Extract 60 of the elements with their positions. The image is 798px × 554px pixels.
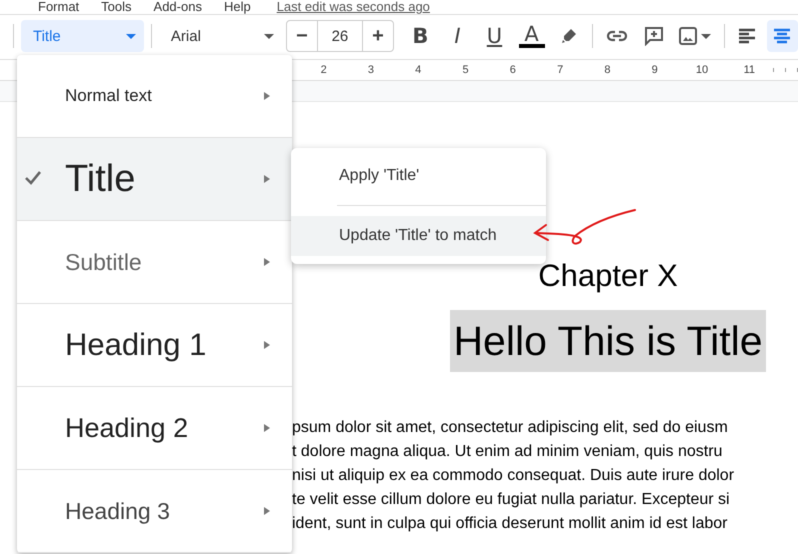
- style-name: Subtitle: [65, 248, 142, 276]
- style-name: Heading 2: [65, 412, 188, 444]
- align-center-button[interactable]: [766, 20, 798, 52]
- ruler-number: 5: [460, 64, 471, 76]
- ruler-number: 8: [602, 64, 612, 76]
- style-menu-item[interactable]: Heading 1: [17, 304, 292, 387]
- paragraph-line: t dolore magna aliqua. Ut enim ad minim veniam, quis nostru: [292, 442, 722, 462]
- decrease-size-button[interactable]: −: [286, 21, 317, 51]
- submenu-arrow-icon: [264, 507, 270, 515]
- comment-icon: [644, 26, 664, 46]
- align-center-icon: [772, 27, 792, 45]
- bold-button[interactable]: B: [404, 20, 437, 52]
- menu-item[interactable]: Help: [224, 0, 251, 14]
- ruler-number: 2: [318, 64, 329, 76]
- paragraph-line: psum dolor sit amet, consectetur adipiscing elit, sed do eiusm: [292, 418, 728, 438]
- style-name: Heading 3: [65, 498, 170, 524]
- link-icon: [606, 30, 628, 42]
- ruler-number: 10: [694, 64, 710, 76]
- submenu-arrow-icon: [264, 341, 270, 349]
- ruler-number: 7: [555, 64, 566, 76]
- underline-button[interactable]: U: [478, 20, 511, 52]
- submenu-item[interactable]: Apply 'Title': [291, 156, 546, 196]
- submenu-arrow-icon: [264, 258, 270, 266]
- last-edit-link[interactable]: Last edit was seconds ago: [276, 0, 430, 14]
- text-color-button[interactable]: A: [515, 20, 548, 52]
- checkmark-icon: [25, 171, 41, 185]
- chapter-heading: Chapter X: [537, 258, 679, 294]
- increase-size-button[interactable]: +: [362, 21, 393, 51]
- align-left-icon: [737, 27, 758, 45]
- document-title: Hello This is Title: [450, 310, 766, 372]
- image-icon: [679, 27, 698, 45]
- ruler-number: 9: [650, 64, 660, 76]
- caret-icon: [701, 34, 712, 38]
- submenu-arrow-icon: [264, 424, 270, 432]
- ruler-number: 11: [742, 64, 758, 76]
- style-menu-item[interactable]: Title: [17, 138, 292, 221]
- menu-item[interactable]: Format: [38, 0, 80, 14]
- caret-icon: [264, 34, 274, 38]
- style-menu-item[interactable]: Heading 2: [17, 387, 292, 470]
- marker-icon: [560, 27, 578, 45]
- menu-item[interactable]: Add-ons: [154, 0, 202, 14]
- submenu-arrow-icon: [264, 92, 270, 100]
- style-name: Title: [65, 158, 136, 200]
- ruler-number: 4: [413, 64, 424, 76]
- paragraph-line: te velit esse cillum dolore eu fugiat nulla pariatur. Excepteur si: [292, 490, 730, 510]
- style-name: Normal text: [65, 86, 152, 106]
- style-menu-item[interactable]: Heading 3: [17, 470, 292, 553]
- submenu-arrow-icon: [264, 175, 270, 183]
- font-dropdown[interactable]: Arial: [158, 20, 282, 52]
- paragraph-line: ident, sunt in culpa qui officia deserunt mollit anim id est labor: [292, 514, 728, 534]
- menu-item[interactable]: Tools: [101, 0, 132, 14]
- ruler-number: 3: [366, 64, 376, 76]
- submenu-item[interactable]: Update 'Title' to match: [291, 216, 546, 256]
- caret-icon: [126, 34, 136, 38]
- italic-button[interactable]: I: [440, 20, 474, 52]
- font-size-field[interactable]: 26: [316, 21, 363, 51]
- ruler-number: 6: [508, 64, 518, 76]
- paragraph-style-dropdown[interactable]: Title: [20, 20, 144, 52]
- paragraph-line: nisi ut aliquip ex ea commodo consequat. Duis aute irure dolor: [292, 466, 734, 486]
- style-name: Heading 1: [65, 327, 206, 363]
